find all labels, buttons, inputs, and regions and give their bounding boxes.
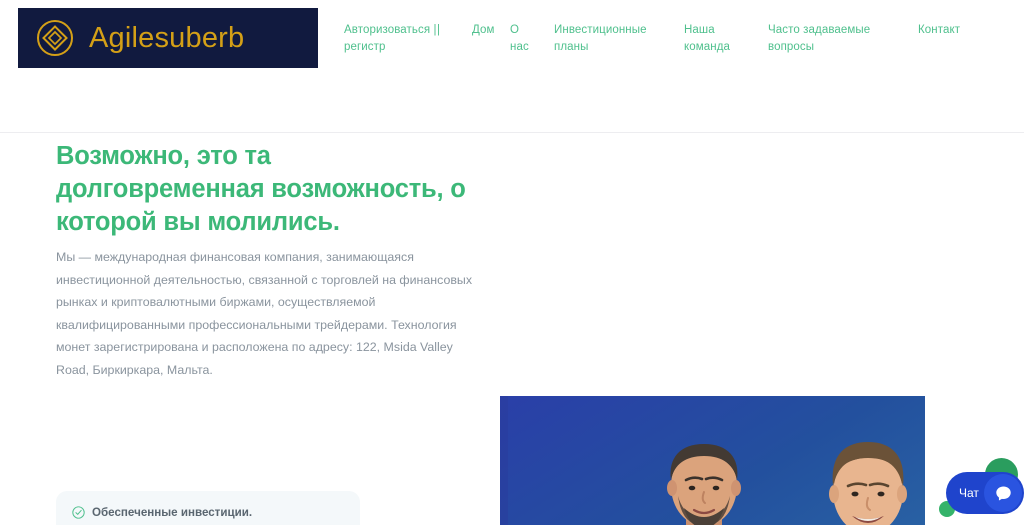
nav-separator: | — [437, 24, 440, 36]
feature-card-secured-investments: Обеспеченные инвестиции. Ваши инвестиции… — [56, 491, 360, 525]
hero-description: Мы — международная финансовая компания, … — [56, 250, 473, 377]
logo[interactable]: Agilesuberb — [18, 8, 318, 68]
hero-section: Возможно, это та долговременная возможно… — [0, 133, 1024, 525]
page-title: Возможно, это та долговременная возможно… — [56, 142, 466, 236]
nav-item-investment-plans[interactable]: Инвестиционные планы — [554, 22, 650, 56]
chat-widget[interactable]: Чат — [938, 458, 1024, 525]
chat-button[interactable]: Чат — [946, 472, 1024, 514]
hero-image — [500, 396, 925, 525]
check-circle-icon — [72, 506, 85, 519]
nav-item-about-us[interactable]: О нас — [510, 22, 540, 56]
site-header: Agilesuberb Авторизоваться | регистр | Д… — [0, 0, 1024, 133]
page-root: Agilesuberb Авторизоваться | регистр | Д… — [0, 0, 1024, 525]
feature-card-header: Обеспеченные инвестиции. — [72, 505, 344, 520]
nav-item-faq[interactable]: Часто задаваемые вопросы — [768, 22, 878, 56]
nav-item-contact[interactable]: Контакт — [918, 22, 998, 39]
main-navigation: Авторизоваться | регистр | Дом О нас Инв… — [340, 22, 1010, 82]
chat-button-label: Чат — [959, 486, 979, 500]
feature-card-title: Обеспеченные инвестиции. — [92, 506, 253, 519]
nav-item-login-register[interactable]: Авторизоваться | регистр — [344, 22, 449, 56]
nav-item-our-team[interactable]: Наша команда — [684, 22, 748, 56]
logo-text: Agilesuberb — [89, 21, 245, 54]
diamond-in-circle-icon — [35, 18, 75, 58]
chat-bubble-icon[interactable] — [984, 474, 1022, 512]
